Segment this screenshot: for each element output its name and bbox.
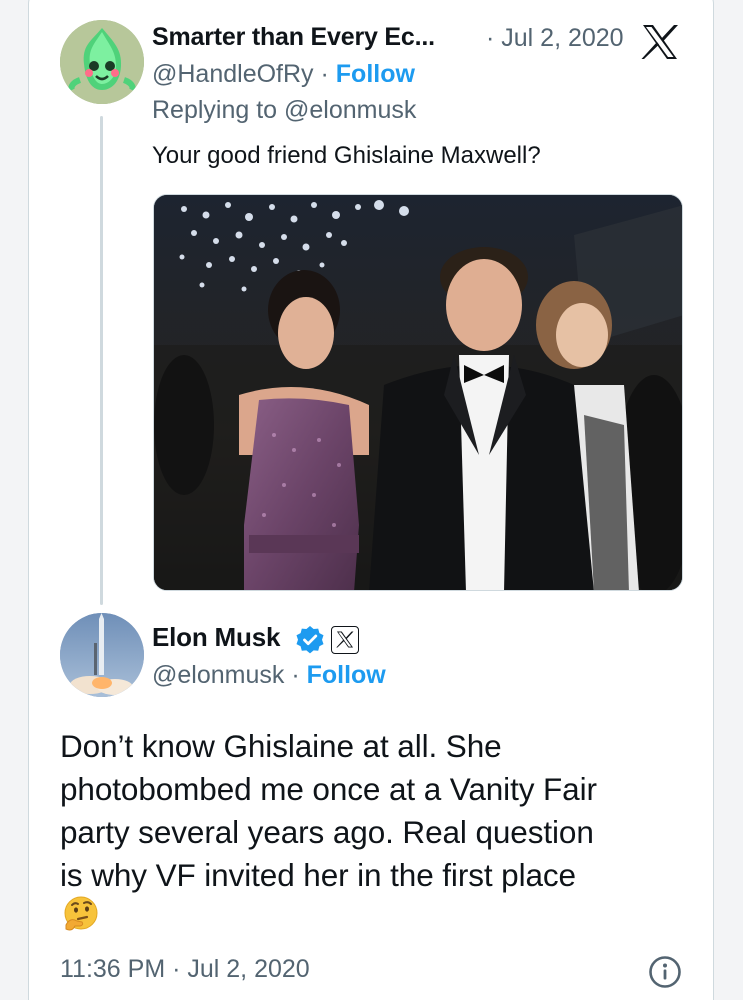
thinking-face-emoji-icon xyxy=(64,896,98,931)
main-tweet-text: Don’t know Ghislaine at all. She photobo… xyxy=(60,725,700,897)
main-handle-row: @elonmusk · Follow xyxy=(152,661,386,690)
reply-author-name[interactable]: Smarter than Every Ec... xyxy=(152,23,435,52)
x-affiliation-badge[interactable] xyxy=(331,626,359,654)
main-author-handle[interactable]: @elonmusk xyxy=(152,661,284,689)
verified-badge-icon xyxy=(296,626,324,654)
reply-author-avatar[interactable] xyxy=(60,20,144,104)
tweet-timestamp[interactable]: 11:36 PM · Jul 2, 2020 xyxy=(60,955,310,984)
replying-to-label[interactable]: Replying to @elonmusk xyxy=(152,96,416,125)
reply-tweet-text: Your good friend Ghislaine Maxwell? xyxy=(152,142,541,169)
reply-author-handle[interactable]: @HandleOfRy xyxy=(152,60,314,88)
separator-dot: · xyxy=(313,60,336,88)
info-icon[interactable] xyxy=(648,955,682,989)
tweet-text-line: photobombed me once at a Vanity Fair xyxy=(60,771,597,807)
tweet-attached-photo[interactable] xyxy=(153,194,683,591)
tweet-text-line: Don’t know Ghislaine at all. She xyxy=(60,728,502,764)
reply-date[interactable]: · Jul 2, 2020 xyxy=(486,24,624,53)
tweet-text-line: is why VF invited her in the first place xyxy=(60,857,576,893)
follow-button[interactable]: Follow xyxy=(336,60,415,88)
separator-dot: · xyxy=(284,661,307,689)
follow-button[interactable]: Follow xyxy=(307,661,386,689)
main-author-name[interactable]: Elon Musk xyxy=(152,622,280,653)
tweet-text-line: party several years ago. Real question xyxy=(60,814,594,850)
x-logo-icon[interactable] xyxy=(641,24,679,60)
thread-connector-line xyxy=(100,116,103,605)
reply-handle-row: @HandleOfRy · Follow xyxy=(152,60,415,89)
main-author-avatar[interactable] xyxy=(60,613,144,697)
